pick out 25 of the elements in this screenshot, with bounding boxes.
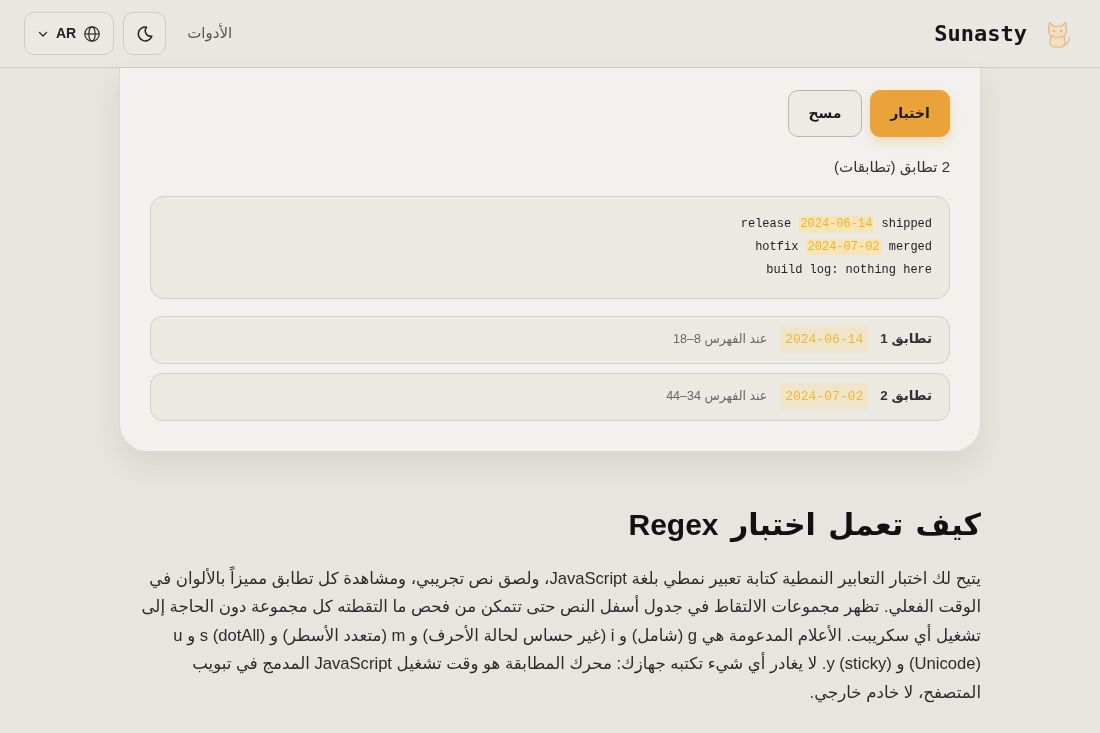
code-text: shipped [881, 216, 932, 231]
test-button[interactable]: اختبار [870, 90, 950, 137]
match-highlight: 2024-07-02 [805, 238, 882, 255]
language-button[interactable]: AR [24, 12, 115, 55]
match-label: تطابق 2 [880, 387, 932, 406]
test-text-field[interactable]: release 2024-06-14 shipped hotfix 2024-07-02 merged build log: nothing here [150, 195, 950, 299]
match-position: عند الفهرس 8–18 [673, 331, 768, 349]
article-paragraph: يتيح لك اختبار التعابير النمطية كتابة تعبير نمطي بلغة JavaScript، ولصق نص تجريبي، ومشاهدة كل تطابق مميزاً بالألوان في الوقت الفعلي. تظهر مجموعات الالتقاط في جدول أسفل النص حتى تتمكن من فحص ما التقطته كل مجموعة دون الحاجة إلى تشغيل أي سكريبت. الأعلام المدعومة هي g (شامل) و i (غير حساس لحالة الأحرف) و m (متعدد الأسطر) و s (dotAll) و u (Unicode) و y (sticky). لا يغادر أي شيء تكتبه جهازك: محرك المطابقة هو وقت تشغيل JavaScript المدمج في تبويب المتصفح، لا خادم خارجي. [140, 565, 981, 705]
brand-name[interactable]: Sunasty [934, 17, 1027, 50]
match-value: 2024-07-02 [780, 382, 869, 411]
code-text: release [740, 216, 792, 231]
article-heading: كيف تعمل اختبار Regex [627, 506, 981, 543]
theme-toggle-button[interactable] [123, 12, 167, 55]
moon-icon [136, 25, 153, 42]
clear-button[interactable]: مسح [788, 90, 862, 137]
match-label: تطابق 1 [880, 330, 932, 349]
match-position: عند الفهرس 34–44 [666, 388, 768, 406]
match-highlight: 2024-06-14 [798, 215, 875, 232]
match-count: 2 تطابق (تطابقات) [833, 157, 950, 178]
match-value: 2024-06-14 [780, 325, 869, 354]
code-text: merged [888, 239, 932, 254]
globe-icon [84, 25, 101, 42]
tools-link[interactable]: الأدوات [187, 22, 233, 45]
code-text: build log: nothing here [766, 262, 932, 277]
code-text: hotfix [755, 239, 799, 254]
